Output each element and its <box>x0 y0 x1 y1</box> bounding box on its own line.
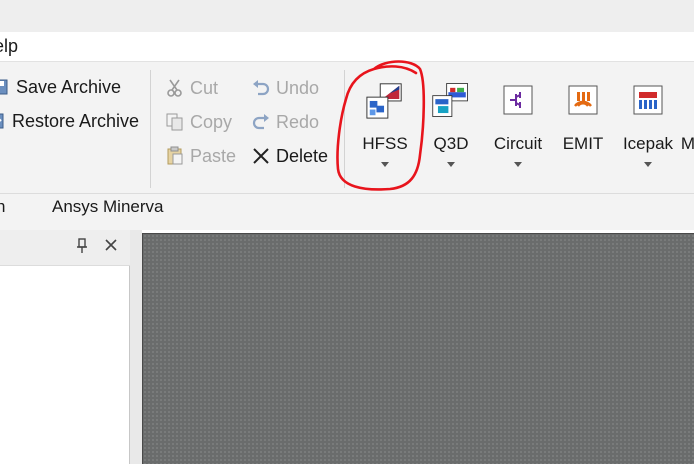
clipboard-icon <box>164 145 186 167</box>
redo-icon <box>250 111 272 133</box>
menu-help[interactable]: elp <box>0 36 18 57</box>
icepak-icon <box>628 80 668 120</box>
emit-button[interactable]: EMIT <box>560 80 606 176</box>
project-manager-panel <box>0 230 130 464</box>
ribbon-group-label-strip: n Ansys Minerva <box>0 194 694 230</box>
copy-button[interactable]: Copy <box>164 108 232 136</box>
ribbon-separator-2 <box>344 70 345 188</box>
redo-button[interactable]: Redo <box>250 108 319 136</box>
circuit-button[interactable]: Circuit <box>490 80 546 176</box>
panel-splitter[interactable] <box>130 230 142 464</box>
q3d-dropdown-arrow[interactable] <box>447 162 455 167</box>
panel-header <box>0 230 130 266</box>
restore-archive-button[interactable]: Restore Archive <box>0 107 139 135</box>
icepak-dropdown-arrow[interactable] <box>644 162 652 167</box>
cut-button[interactable]: Cut <box>164 74 218 102</box>
more-design-icon <box>682 80 694 120</box>
save-archive-button[interactable]: Save Archive <box>0 73 121 101</box>
title-strip <box>0 0 694 32</box>
circuit-icon <box>498 80 538 120</box>
hfss-dropdown-arrow[interactable] <box>381 162 389 167</box>
ribbon-separator-1 <box>150 70 151 188</box>
paste-button[interactable]: Paste <box>164 142 236 170</box>
copy-icon <box>164 111 186 133</box>
hfss-icon <box>365 80 405 120</box>
pin-icon[interactable] <box>76 238 88 258</box>
delete-icon <box>250 145 272 167</box>
close-icon[interactable] <box>104 236 118 257</box>
scissors-icon <box>164 77 186 99</box>
ansys-minerva-label[interactable]: Ansys Minerva <box>52 197 163 217</box>
hfss-button[interactable]: HFSS <box>362 80 408 176</box>
delete-button[interactable]: Delete <box>250 142 328 170</box>
undo-button[interactable]: Undo <box>250 74 319 102</box>
icepak-button[interactable]: Icepak <box>620 80 676 176</box>
more-design-button[interactable]: M <box>682 80 694 176</box>
restore-archive-icon <box>0 110 8 132</box>
circuit-dropdown-arrow[interactable] <box>514 162 522 167</box>
save-archive-icon <box>0 76 12 98</box>
group-label-fragment: n <box>0 197 6 216</box>
q3d-button[interactable]: Q3D <box>428 80 474 176</box>
emit-icon <box>563 80 603 120</box>
undo-icon <box>250 77 272 99</box>
q3d-icon <box>431 80 471 120</box>
menu-bar: elp <box>0 32 694 62</box>
modeler-viewport[interactable] <box>142 233 694 464</box>
